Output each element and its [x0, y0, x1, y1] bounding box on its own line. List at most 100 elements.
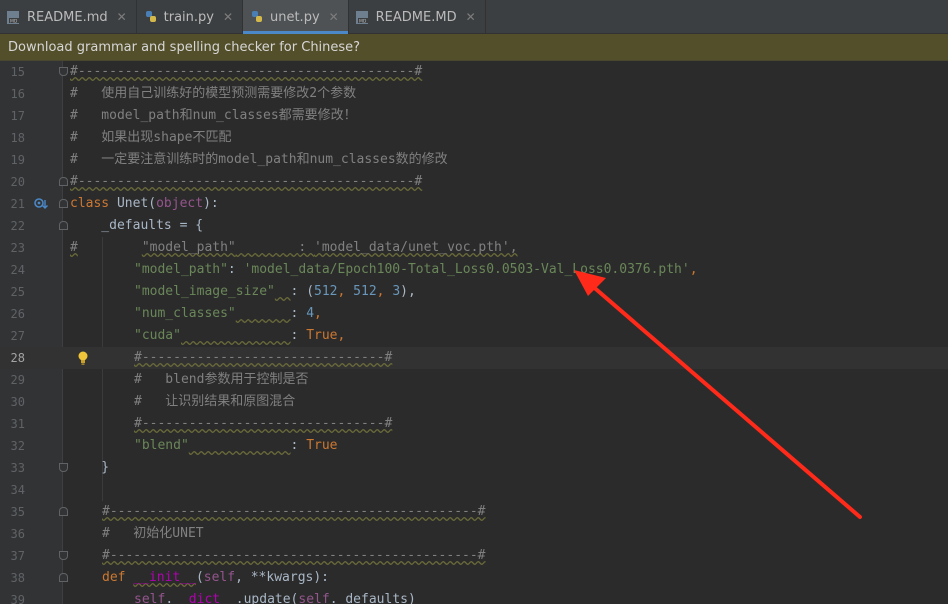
- punct: ,: [376, 284, 393, 299]
- class-name: Unet(: [109, 196, 157, 211]
- code-line: 15 #------------------------------------…: [0, 61, 948, 83]
- self-param: self: [203, 570, 236, 585]
- code-num-classes: "num_classes" : 4,: [134, 303, 322, 325]
- line-number: 31: [10, 417, 25, 431]
- code-line: 19 # 一定要注意训练时的model_path和num_classes数的修改: [0, 149, 948, 171]
- code-comment: # 使用自己训练好的模型预测需要修改2个参数: [70, 86, 357, 101]
- fold-marker[interactable]: [59, 67, 68, 76]
- close-icon[interactable]: ✕: [222, 10, 234, 24]
- code-line: 37 #------------------------------------…: [0, 545, 948, 567]
- fold-marker[interactable]: [59, 221, 68, 230]
- line-number: 22: [10, 219, 25, 233]
- tab-label: unet.py: [269, 9, 320, 25]
- method-call: .update(: [235, 592, 299, 604]
- tab-readme-md[interactable]: MD README.md ✕: [0, 0, 137, 34]
- dunder-attr: __dict__: [173, 592, 236, 604]
- tab-unet-py[interactable]: unet.py ✕: [242, 0, 349, 34]
- punct: ,: [314, 306, 322, 321]
- code-comment: #-------------------------------#: [134, 350, 393, 365]
- line-number: 28: [10, 351, 25, 365]
- grammar-checker-banner[interactable]: Download grammar and spelling checker fo…: [0, 34, 948, 61]
- implemented-method-icon[interactable]: [33, 196, 49, 212]
- punct: .: [165, 592, 174, 604]
- line-number: 21: [10, 197, 25, 211]
- line-number: 15: [10, 65, 25, 79]
- code-comment: #---------------------------------------…: [70, 64, 423, 79]
- number: 4: [306, 306, 315, 321]
- line-number: 30: [10, 395, 25, 409]
- code-editor[interactable]: 15 #------------------------------------…: [0, 61, 948, 604]
- code-line: 24 "model_path": 'model_data/Epoch100-To…: [0, 259, 948, 281]
- line-number: 20: [10, 175, 25, 189]
- tab-readme-MD[interactable]: MD README.MD ✕: [349, 0, 486, 34]
- code-line: 18 # 如果出现shape不匹配: [0, 127, 948, 149]
- punct: : (: [290, 284, 315, 299]
- code-comment: # "model_path" : 'model_data/unet_voc.pth…: [70, 237, 518, 259]
- fold-marker[interactable]: [59, 463, 68, 472]
- line-number: 18: [10, 131, 25, 145]
- line-number: 39: [10, 593, 25, 604]
- svg-text:MD: MD: [359, 19, 367, 25]
- comment-pad: [236, 240, 299, 255]
- code-model-path: "model_path": 'model_data/Epoch100-Total…: [134, 259, 698, 281]
- tab-label: README.md: [27, 9, 108, 25]
- code-line: 31 #-------------------------------#: [0, 413, 948, 435]
- dict-key: "cuda": [134, 328, 181, 343]
- model-path-value: 'model_data/Epoch100-Total_Loss0.0503-Va…: [243, 262, 690, 277]
- code-line: 23 # "model_path" : 'model_data/unet_voc.…: [0, 237, 948, 259]
- editor-tab-bar: MD README.md ✕ train.py ✕ unet.py ✕ MD R…: [0, 0, 948, 34]
- attr-access: ._defaults): [329, 592, 416, 604]
- punct: ,: [337, 328, 346, 343]
- code-comment: # 如果出现shape不匹配: [70, 130, 232, 145]
- close-icon[interactable]: ✕: [465, 10, 477, 24]
- line-number: 24: [10, 263, 25, 277]
- number: 3: [392, 284, 401, 299]
- code-defaults: _defaults = {: [70, 218, 204, 233]
- fold-marker[interactable]: [59, 177, 68, 186]
- line-number: 17: [10, 109, 25, 123]
- dict-key: "model_image_size": [134, 284, 275, 299]
- close-icon[interactable]: ✕: [328, 10, 340, 24]
- code-line: 16 # 使用自己训练好的模型预测需要修改2个参数: [0, 83, 948, 105]
- code-line: 25 "model_image_size" : (512, 512, 3),: [0, 281, 948, 303]
- code-class-def: class Unet(object):: [70, 193, 219, 215]
- lightbulb-icon[interactable]: [76, 350, 90, 366]
- code-brace: }: [70, 460, 110, 475]
- close-icon[interactable]: ✕: [116, 10, 128, 24]
- punct: :: [227, 262, 244, 277]
- tab-label: train.py: [163, 9, 214, 25]
- code-line: 29 # blend参数用于控制是否: [0, 369, 948, 391]
- code-line-current: 28 #-------------------------------#: [0, 347, 948, 369]
- comment-colon: :: [298, 240, 315, 255]
- code-comment: #-------------------------------#: [134, 416, 393, 431]
- line-number: 29: [10, 373, 25, 387]
- tab-train-py[interactable]: train.py ✕: [137, 0, 243, 34]
- line-number: 36: [10, 527, 25, 541]
- number: 512: [314, 284, 338, 299]
- line-number: 38: [10, 571, 25, 585]
- code-comment: # 一定要注意训练时的model_path和num_classes数的修改: [70, 152, 448, 167]
- line-number: 26: [10, 307, 25, 321]
- pad: [236, 306, 291, 321]
- code-line: 34: [0, 479, 948, 501]
- line-number: 37: [10, 549, 25, 563]
- code-line: 22 _defaults = {: [0, 215, 948, 237]
- fold-marker[interactable]: [59, 199, 68, 208]
- line-number: 19: [10, 153, 25, 167]
- code-line: 27 "cuda" : True,: [0, 325, 948, 347]
- fold-marker[interactable]: [59, 507, 68, 516]
- fold-marker[interactable]: [59, 573, 68, 582]
- pad: [189, 438, 291, 453]
- code-line: 35 #------------------------------------…: [0, 501, 948, 523]
- line-number: 33: [10, 461, 25, 475]
- pad: [275, 284, 291, 299]
- code-comment: #---------------------------------------…: [102, 504, 486, 519]
- punct: ,: [337, 284, 354, 299]
- punct: (: [195, 570, 204, 585]
- code-line: 32 "blend" : True: [0, 435, 948, 457]
- punct: ),: [400, 284, 416, 299]
- fold-marker[interactable]: [59, 551, 68, 560]
- params: , **kwargs):: [235, 570, 329, 585]
- line-number: 32: [10, 439, 25, 453]
- python-file-icon: [143, 9, 159, 25]
